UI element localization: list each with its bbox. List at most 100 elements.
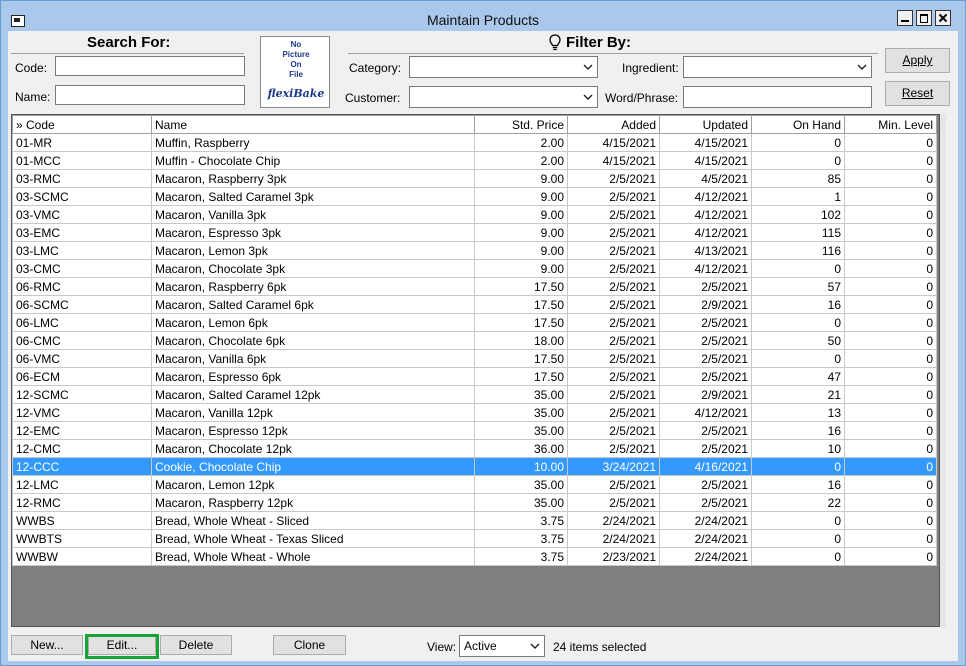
customer-label: Customer: (345, 91, 401, 105)
cell-std-price: 35.00 (474, 385, 568, 404)
table-row[interactable]: 12-SCMC Macaron, Salted Caramel 12pk 35.00… (12, 385, 937, 404)
products-grid: » Code Name Std. Price Added Updated On Hand M… (11, 114, 940, 627)
table-row[interactable]: WWBTS Bread, Whole Wheat - Texas Sliced 3.… (12, 529, 937, 548)
cell-name: Muffin, Raspberry (151, 133, 475, 152)
column-header-std-price[interactable]: Std. Price (474, 115, 568, 134)
table-row[interactable]: 12-RMC Macaron, Raspberry 12pk 35.00 2/5/20… (12, 493, 937, 512)
edit-button-highlight (85, 634, 159, 659)
maximize-button[interactable] (916, 10, 932, 26)
column-header-min-level[interactable]: Min. Level (844, 115, 937, 134)
table-row[interactable]: 01-MCC Muffin - Chocolate Chip 2.00 4/15/20… (12, 151, 937, 170)
table-row[interactable]: 03-LMC Macaron, Lemon 3pk 9.00 2/5/2021 4/13… (12, 241, 937, 260)
cell-added: 2/5/2021 (567, 475, 660, 494)
cell-min-level: 0 (844, 403, 937, 422)
column-header-code[interactable]: » Code (12, 115, 152, 134)
cell-name: Macaron, Chocolate 12pk (151, 439, 475, 458)
cell-added: 3/24/2021 (567, 457, 660, 476)
cell-min-level: 0 (844, 547, 937, 566)
table-row[interactable]: 01-MR Muffin, Raspberry 2.00 4/15/2021 4/15/… (12, 133, 937, 152)
table-row[interactable]: 12-CCC Cookie, Chocolate Chip 10.00 3/24/20… (12, 457, 937, 476)
column-header-on-hand[interactable]: On Hand (751, 115, 845, 134)
cell-updated: 2/5/2021 (659, 349, 752, 368)
cell-updated: 4/16/2021 (659, 457, 752, 476)
cell-updated: 2/5/2021 (659, 439, 752, 458)
table-row[interactable]: 06-VMC Macaron, Vanilla 6pk 17.50 2/5/2021 2… (12, 349, 937, 368)
cell-added: 2/5/2021 (567, 385, 660, 404)
table-row[interactable]: 03-RMC Macaron, Raspberry 3pk 9.00 2/5/2021… (12, 169, 937, 188)
cell-min-level: 0 (844, 331, 937, 350)
cell-std-price: 9.00 (474, 169, 568, 188)
cell-added: 2/5/2021 (567, 259, 660, 278)
name-input[interactable] (55, 85, 245, 105)
table-row[interactable]: WWBS Bread, Whole Wheat - Sliced 3.75 2/24/… (12, 511, 937, 530)
column-header-name[interactable]: Name (151, 115, 475, 134)
cell-code: 06-RMC (12, 277, 152, 296)
delete-button[interactable]: Delete (160, 635, 232, 655)
table-header-row: » Code Name Std. Price Added Updated On Hand M… (12, 115, 937, 134)
customer-select[interactable] (409, 86, 598, 108)
cell-on-hand: 85 (751, 169, 845, 188)
cell-updated: 4/15/2021 (659, 151, 752, 170)
table-row[interactable]: 03-CMC Macaron, Chocolate 3pk 9.00 2/5/2021… (12, 259, 937, 278)
word-phrase-input[interactable] (683, 86, 872, 108)
chevron-down-icon (530, 643, 540, 649)
cell-added: 2/24/2021 (567, 511, 660, 530)
cell-added: 2/5/2021 (567, 493, 660, 512)
cell-std-price: 2.00 (474, 133, 568, 152)
table-row[interactable]: 03-VMC Macaron, Vanilla 3pk 9.00 2/5/2021 4/… (12, 205, 937, 224)
cell-updated: 4/12/2021 (659, 259, 752, 278)
maintain-products-window: Maintain Products Search For: Code: Name… (0, 0, 966, 666)
table-row[interactable]: 12-EMC Macaron, Espresso 12pk 35.00 2/5/202… (12, 421, 937, 440)
new-button[interactable]: New... (11, 635, 83, 655)
view-select[interactable]: Active (459, 635, 545, 657)
table-row[interactable]: 06-LMC Macaron, Lemon 6pk 17.50 2/5/2021 2/5… (12, 313, 937, 332)
cell-std-price: 9.00 (474, 205, 568, 224)
table-row[interactable]: 12-VMC Macaron, Vanilla 12pk 35.00 2/5/2021… (12, 403, 937, 422)
cell-std-price: 9.00 (474, 241, 568, 260)
cell-min-level: 0 (844, 493, 937, 512)
cell-on-hand: 116 (751, 241, 845, 260)
cell-code: 03-RMC (12, 169, 152, 188)
table-row[interactable]: WWBW Bread, Whole Wheat - Whole 3.75 2/23/2… (12, 547, 937, 566)
vertical-scrollbar[interactable] (940, 114, 946, 627)
minimize-button[interactable] (897, 10, 913, 26)
category-select[interactable] (409, 56, 598, 78)
cell-code: 03-LMC (12, 241, 152, 260)
close-button[interactable] (935, 10, 951, 26)
cell-std-price: 35.00 (474, 493, 568, 512)
clone-button[interactable]: Clone (273, 635, 346, 655)
cell-name: Bread, Whole Wheat - Sliced (151, 511, 475, 530)
cell-min-level: 0 (844, 367, 937, 386)
table-row[interactable]: 06-CMC Macaron, Chocolate 6pk 18.00 2/5/202… (12, 331, 937, 350)
apply-button[interactable]: Apply (885, 48, 950, 73)
table-row[interactable]: 12-CMC Macaron, Chocolate 12pk 36.00 2/5/20… (12, 439, 937, 458)
table-row[interactable]: 06-SCMC Macaron, Salted Caramel 6pk 17.50 2… (12, 295, 937, 314)
column-header-added[interactable]: Added (567, 115, 660, 134)
cell-updated: 4/13/2021 (659, 241, 752, 260)
search-divider (11, 53, 244, 54)
title-bar: Maintain Products (1, 1, 965, 31)
reset-button[interactable]: Reset (885, 81, 950, 106)
cell-name: Macaron, Lemon 6pk (151, 313, 475, 332)
cell-on-hand: 16 (751, 421, 845, 440)
table-row[interactable]: 03-EMC Macaron, Espresso 3pk 9.00 2/5/2021 4… (12, 223, 937, 242)
cell-min-level: 0 (844, 511, 937, 530)
table-row[interactable]: 12-LMC Macaron, Lemon 12pk 35.00 2/5/2021 2/… (12, 475, 937, 494)
cell-added: 2/5/2021 (567, 205, 660, 224)
cell-name: Muffin - Chocolate Chip (151, 151, 475, 170)
cell-name: Macaron, Espresso 6pk (151, 367, 475, 386)
code-input[interactable] (55, 56, 245, 76)
ingredient-select[interactable] (683, 56, 872, 78)
table-row[interactable]: 03-SCMC Macaron, Salted Caramel 3pk 9.00 2/… (12, 187, 937, 206)
table-row[interactable]: 06-ECM Macaron, Espresso 6pk 17.50 2/5/2021… (12, 367, 937, 386)
cell-name: Macaron, Espresso 3pk (151, 223, 475, 242)
cell-code: 01-MCC (12, 151, 152, 170)
table-row[interactable]: 06-RMC Macaron, Raspberry 6pk 17.50 2/5/202… (12, 277, 937, 296)
cell-name: Macaron, Lemon 12pk (151, 475, 475, 494)
cell-on-hand: 0 (751, 313, 845, 332)
cell-added: 2/5/2021 (567, 187, 660, 206)
column-header-updated[interactable]: Updated (659, 115, 752, 134)
cell-code: 12-RMC (12, 493, 152, 512)
chevron-down-icon (583, 64, 593, 70)
cell-updated: 2/5/2021 (659, 421, 752, 440)
